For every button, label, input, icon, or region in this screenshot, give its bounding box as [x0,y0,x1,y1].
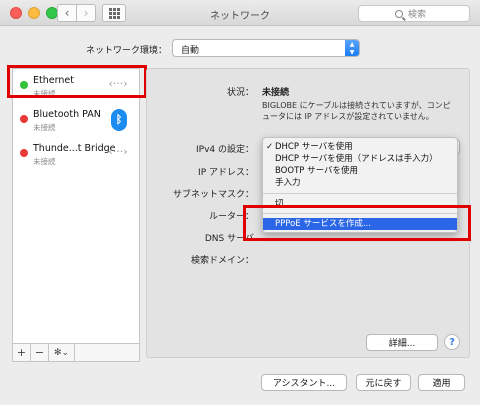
menu-item-label: 手入力 [275,178,301,188]
updown-chevron-icon: ▲ ▼ [345,40,359,56]
search-placeholder: 検索 [408,10,427,20]
status-description: BIGLOBE にケーブルは接続されていますが、コンピュータには IP アドレス… [262,101,451,121]
status-dot [20,115,28,123]
service-status: 未接続 [33,123,56,132]
ipv4-label: IPv4 の設定： [196,145,254,155]
chevron-right-icon: › [83,6,89,20]
assistant-button[interactable]: アシスタント... [261,374,347,391]
search-domain-label: 検索ドメイン： [190,256,254,266]
menu-item-dhcp-manual[interactable]: DHCP サーバを使用（アドレスは手入力） [263,153,457,165]
location-label: ネットワーク環境： [86,46,168,56]
menu-item-manual[interactable]: 手入力 [263,177,457,189]
remove-service-button[interactable]: − [31,344,49,361]
subnet-mask-label: サブネットマスク： [172,190,254,200]
show-all-button[interactable] [102,4,126,22]
location-select[interactable]: 自動 ▲ ▼ [172,39,360,57]
advanced-button[interactable]: 詳細... [366,334,438,351]
service-name: Thunde...t Bridge [33,143,116,154]
chevron-left-icon: ‹ [64,6,70,20]
add-service-button[interactable]: + [13,344,31,361]
dns-server-label: DNS サーバ [204,234,254,244]
menu-item-label: BOOTP サーバを使用 [275,166,358,176]
bluetooth-icon: ᛒ [111,109,127,131]
minimize-window-button[interactable] [28,7,40,19]
search-field[interactable]: 検索 [358,5,470,22]
status-dot [20,149,28,157]
apply-button[interactable]: 適用 [418,374,465,391]
service-list[interactable]: Ethernet 未接続 ‹···› Bluetooth PAN 未接続 ᛒ T… [12,68,140,362]
service-item-bluetooth-pan[interactable]: Bluetooth PAN 未接続 ᛒ [13,103,139,137]
search-icon [395,9,403,18]
window-title: ネットワーク [210,11,270,22]
grid-icon [108,7,120,19]
ip-address-label: IP アドレス： [198,168,254,178]
gear-menu-button[interactable]: ✻⌄ [49,344,75,361]
status-label: 状況： [226,88,254,98]
location-value: 自動 [181,46,200,56]
checkmark-icon: ✓ [266,142,274,152]
menu-separator [263,193,457,194]
menu-item-dhcp[interactable]: ✓ DHCP サーバを使用 [263,141,457,153]
service-item-thunderbolt-bridge[interactable]: Thunde...t Bridge 未接続 ‹···› [13,137,139,171]
revert-button[interactable]: 元に戻す [356,374,411,391]
status-value: 未接続 [262,88,290,98]
menu-item-bootp[interactable]: BOOTP サーバを使用 [263,165,457,177]
forward-button[interactable]: › [76,4,96,22]
close-window-button[interactable] [10,7,22,19]
ethernet-highlight-box [7,65,147,98]
service-status: 未接続 [33,157,56,166]
pppoe-highlight-box [243,205,471,241]
service-name: Bluetooth PAN [33,109,101,120]
thunderbolt-bridge-icon: ‹···› [108,145,128,158]
menu-item-label: DHCP サーバを使用（アドレスは手入力） [275,154,438,164]
menu-item-label: DHCP サーバを使用 [275,142,353,152]
title-bar: ‹ › ネットワーク 検索 [0,0,480,26]
help-button[interactable]: ? [444,334,460,350]
back-button[interactable]: ‹ [57,4,77,22]
service-list-toolbar: + − ✻⌄ [12,343,140,362]
router-label: ルーター： [208,212,254,222]
